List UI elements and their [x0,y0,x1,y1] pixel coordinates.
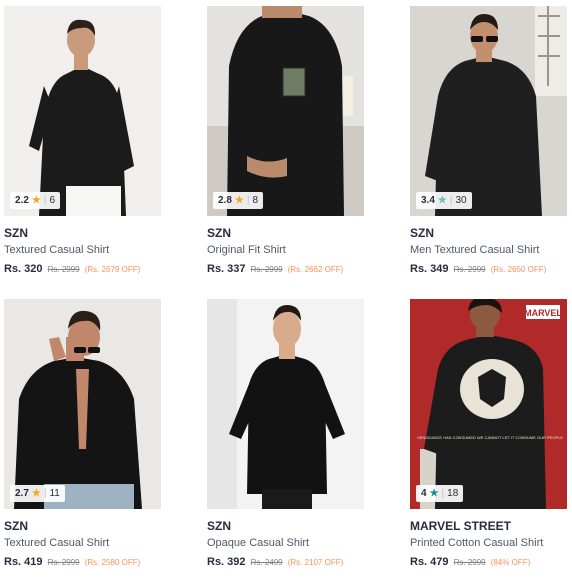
price-current: Rs. 320 [4,263,43,275]
product-price: Rs. 419 Rs. 2999 (Rs. 2580 OFF) [4,555,161,570]
product-card[interactable]: MARVEL VENGEANCE HAS CONSUMED WE CANNOT … [410,299,567,570]
product-price: Rs. 479 Rs. 2999 (84% OFF) [410,555,567,570]
rating-divider: | [43,488,47,499]
rating-divider: | [441,488,445,499]
price-current: Rs. 337 [207,263,246,275]
price-current: Rs. 392 [207,556,246,568]
rating-divider: | [43,195,47,206]
price-current: Rs. 349 [410,263,449,275]
product-photo-shirt-6: MARVEL VENGEANCE HAS CONSUMED WE CANNOT … [410,299,567,509]
product-title: Opaque Casual Shirt [207,537,310,549]
product-image[interactable]: 2.8 ★ | 8 [207,6,364,216]
price-discount: (Rs. 2107 OFF) [287,558,344,567]
product-price: Rs. 337 Rs. 2999 (Rs. 2662 OFF) [207,262,364,277]
product-image[interactable]: 2.2 ★ | 6 [4,6,161,216]
star-icon: ★ [234,194,244,206]
rating-badge: 2.7 ★ | 11 [10,485,65,502]
product-card[interactable]: 2.8 ★ | 8 SZN Original Fit Shirt Rs. 337… [207,6,364,277]
rating-count: 30 [455,195,467,206]
product-title: Men Textured Casual Shirt [410,244,540,256]
rating-value: 2.2 [15,195,29,206]
price-discount: (Rs. 2679 OFF) [84,265,141,274]
product-photo-shirt-5 [207,299,364,509]
rating-badge: 2.8 ★ | 8 [213,192,264,209]
product-photo-shirt-4 [4,299,161,509]
shirt-print-text: VENGEANCE HAS CONSUMED WE CANNOT LET IT … [417,435,563,440]
product-brand: SZN [4,519,28,533]
price-mrp: Rs. 2499 [250,558,283,567]
price-discount: (84% OFF) [490,558,531,567]
rating-count: 8 [252,195,259,206]
price-mrp: Rs. 2999 [47,558,80,567]
product-price: Rs. 392 Rs. 2499 (Rs. 2107 OFF) [207,555,364,570]
product-brand: SZN [207,226,231,240]
rating-value: 2.8 [218,195,232,206]
product-title: Textured Casual Shirt [4,244,110,256]
product-brand: SZN [207,519,231,533]
price-mrp: Rs. 2999 [453,558,486,567]
product-card[interactable]: 2.7 ★ | 11 SZN Textured Casual Shirt Rs.… [4,299,161,570]
star-icon: ★ [31,194,41,206]
price-mrp: Rs. 2999 [453,265,486,274]
product-brand: MARVEL STREET [410,519,511,533]
star-icon: ★ [429,487,439,499]
product-card[interactable]: 3.4 ★ | 30 SZN Men Textured Casual Shirt… [410,6,567,277]
rating-value: 2.7 [15,488,29,499]
price-discount: (Rs. 2662 OFF) [287,265,344,274]
product-title: Original Fit Shirt [207,244,286,256]
rating-badge: 3.4 ★ | 30 [416,192,472,209]
product-price: Rs. 349 Rs. 2999 (Rs. 2650 OFF) [410,262,567,277]
price-current: Rs. 479 [410,556,449,568]
rating-count: 11 [49,488,60,499]
rating-value: 3.4 [421,195,435,206]
marvel-logo: MARVEL [524,308,562,318]
product-photo-shirt-2 [207,6,364,216]
rating-value: 4 [421,488,427,499]
price-mrp: Rs. 2999 [47,265,80,274]
rating-badge: 4 ★ | 18 [416,485,464,502]
product-title: Textured Casual Shirt [4,537,110,549]
star-icon: ★ [31,487,41,499]
product-card[interactable]: SZN Opaque Casual Shirt Rs. 392 Rs. 2499… [207,299,364,570]
product-image[interactable]: 2.7 ★ | 11 [4,299,161,509]
product-image[interactable]: MARVEL VENGEANCE HAS CONSUMED WE CANNOT … [410,299,567,509]
price-current: Rs. 419 [4,556,43,568]
star-icon: ★ [437,194,447,206]
price-discount: (Rs. 2580 OFF) [84,558,141,567]
rating-divider: | [449,195,453,206]
rating-divider: | [246,195,250,206]
price-mrp: Rs. 2999 [250,265,283,274]
product-image[interactable] [207,299,364,509]
product-photo-shirt-3 [410,6,567,216]
rating-badge: 2.2 ★ | 6 [10,192,61,209]
product-brand: SZN [410,226,434,240]
rating-count: 18 [447,488,459,499]
product-title: Printed Cotton Casual Shirt [410,537,544,549]
price-discount: (Rs. 2650 OFF) [490,265,547,274]
product-image[interactable]: 3.4 ★ | 30 [410,6,567,216]
product-photo-shirt-1 [4,6,161,216]
rating-count: 6 [49,195,56,206]
product-price: Rs. 320 Rs. 2999 (Rs. 2679 OFF) [4,262,161,277]
product-brand: SZN [4,226,28,240]
product-card[interactable]: 2.2 ★ | 6 SZN Textured Casual Shirt Rs. … [4,6,161,277]
